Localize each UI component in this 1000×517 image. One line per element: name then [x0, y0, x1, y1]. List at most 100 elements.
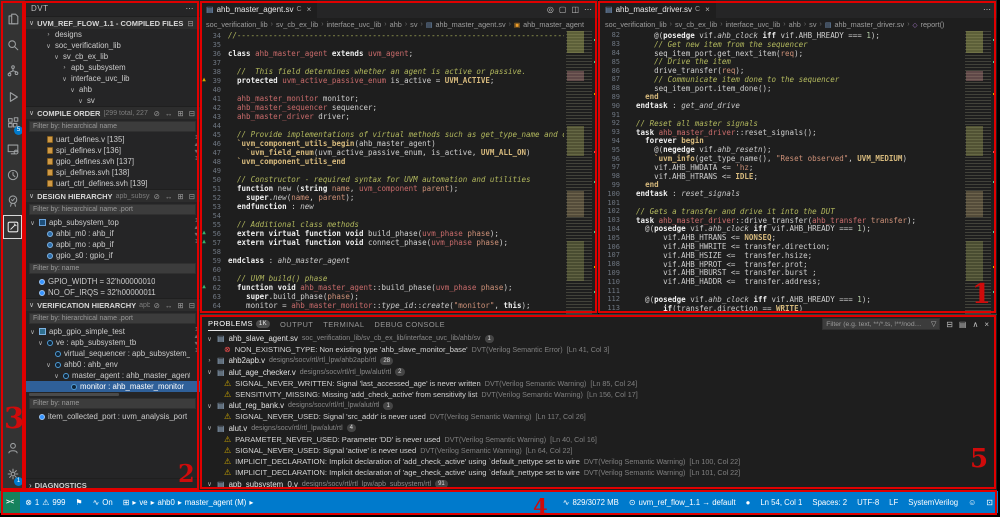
design-hierarchy-section-header[interactable]: ∨DESIGN HIERARCHYapb_subsystem_t…⊘↔⊞ ⊟: [25, 189, 200, 202]
split-icon[interactable]: ◫: [571, 5, 579, 14]
tree-item[interactable]: ∨ apb_gpio_simple_test: [25, 326, 200, 337]
breadcrumb-symbol[interactable]: report(): [921, 20, 945, 29]
tree-item[interactable]: ∨ master_agent : ahb_master_agent: [25, 370, 200, 381]
move-up-icon[interactable]: ▲: [194, 334, 199, 341]
design-hierarchy-name-filter-input[interactable]: Filter by: name: [29, 263, 196, 274]
memory-usage[interactable]: ∿ 829/3072 MB: [558, 498, 624, 507]
hierarchy-trail[interactable]: ⊞ ▸ ve ▸ ahb0 ▸ master_agent (M) ▸: [118, 498, 259, 507]
more-actions-icon[interactable]: ⋯: [186, 4, 195, 13]
breadcrumb-item[interactable]: interface_uvc_lib: [726, 20, 781, 29]
code-editor[interactable]: 34 //------------------------------------…: [200, 31, 564, 314]
move-up-icon[interactable]: ▲: [194, 142, 199, 149]
notifications-icon[interactable]: ⊡: [981, 498, 998, 507]
encoding[interactable]: UTF-8: [852, 498, 884, 507]
breadcrumb-item[interactable]: soc_verification_lib: [605, 20, 667, 29]
tree-item[interactable]: ∨ sv_cb_ex_lib: [25, 51, 200, 62]
tree-item[interactable]: monitor : ahb_master_monitor: [25, 381, 200, 392]
more-actions-icon[interactable]: ⋯: [983, 5, 991, 14]
move-up-top-icon[interactable]: ↥: [194, 218, 199, 225]
compiled-files-section-header[interactable]: ∨ UVM_REF_FLOW_1.1 - COMPILED FILES ⊟: [25, 16, 200, 29]
list-reorder-arrows[interactable]: ↥ ▲ ▼ ↧: [194, 135, 199, 163]
problems-filter-input[interactable]: Filter (e.g. text, **/*.ts, !**/nod… ▽: [822, 318, 941, 330]
tree-item[interactable]: ∨ ahb: [25, 84, 200, 95]
tree-item[interactable]: uart_ctrl_defines.svh [139]: [25, 178, 200, 189]
dvt-tools-icon[interactable]: [2, 214, 23, 240]
more-actions-icon[interactable]: ⋯: [584, 5, 592, 14]
breadcrumb[interactable]: soc_verification_lib › sv_cb_ex_lib › interf…: [599, 18, 997, 31]
breadcrumb-file[interactable]: ahb_master_driver.sv: [834, 20, 904, 29]
language-mode[interactable]: SystemVerilog: [903, 498, 963, 507]
move-down-icon[interactable]: ▼: [194, 341, 199, 348]
indentation[interactable]: Spaces: 2: [807, 498, 852, 507]
panel-tab-terminal[interactable]: TERMINAL: [323, 318, 364, 331]
problems-file-row[interactable]: ∨ ▤ apb_subsystem_0.v designs/socv/rtl/rtl_…: [200, 478, 997, 489]
tree-item[interactable]: gpio_s0 : gpio_if: [25, 250, 200, 261]
flag-status[interactable]: ⚑: [70, 498, 87, 507]
settings-icon[interactable]: 1: [2, 461, 23, 487]
problems-issue-row[interactable]: ⚠ SIGNAL_NEVER_USED: Signal 'active' is n…: [200, 445, 997, 456]
hierarchy-segment[interactable]: master_agent (M): [185, 498, 247, 507]
breadcrumb-item[interactable]: soc_verification_lib: [206, 20, 268, 29]
tree-item[interactable]: spi_defines.svh [138]: [25, 167, 200, 178]
problems-issue-row[interactable]: ⚠ SIGNAL_NEVER_WRITTEN: Signal 'last_acce…: [200, 378, 997, 389]
problems-file-row[interactable]: ∨ ▤ alut_reg_bank.v designs/socv/rtl/rtl_lp…: [200, 400, 997, 411]
group-icon[interactable]: ⊞: [176, 301, 184, 310]
editor-tab[interactable]: ▤ ahb_master_agent.sv C ×: [200, 0, 319, 18]
tree-item[interactable]: spi_defines.v [136]: [25, 145, 200, 156]
tree-item[interactable]: ∨ ve : apb_subsystem_tb: [25, 337, 200, 348]
move-up-top-icon[interactable]: ↥: [194, 327, 199, 334]
collapse-icon[interactable]: ⊟: [188, 109, 196, 118]
breadcrumb-item[interactable]: ahb: [390, 20, 402, 29]
gear-icon[interactable]: ◎: [547, 5, 554, 14]
breadcrumb-symbol[interactable]: ahb_master_agent: [523, 20, 584, 29]
hierarchy-segment[interactable]: ahb0: [158, 498, 175, 507]
breadcrumb-item[interactable]: interface_uvc_lib: [327, 20, 382, 29]
source-control-icon[interactable]: [2, 58, 23, 84]
view-as-table-icon[interactable]: ▤: [959, 320, 967, 329]
tree-item[interactable]: › apb_subsystem: [25, 62, 200, 73]
code-editor[interactable]: 82 @(posedge vif.ahb_clock iff vif.AHB_H…: [599, 31, 963, 314]
collapse-icon[interactable]: ⊟: [188, 301, 196, 310]
verification-hierarchy-filter-input[interactable]: Filter by: hierarchical name .port: [29, 313, 196, 324]
tree-item[interactable]: item_collected_port : uvm_analysis_port: [25, 411, 200, 422]
breadcrumb-item[interactable]: sv: [410, 20, 417, 29]
tree-item[interactable]: ∨ ahb0 : ahb_env: [25, 359, 200, 370]
build-config[interactable]: ⊙ uvm_ref_flow_1.1 → default: [624, 498, 741, 507]
problems-issue-row[interactable]: ⚠ SIGNAL_NEVER_USED: Signal 'src_addr' is…: [200, 411, 997, 422]
tree-item[interactable]: ∨ soc_verification_lib: [25, 40, 200, 51]
verification-name-filter-input[interactable]: Filter by: name: [29, 398, 196, 409]
collapse-icon[interactable]: ⊟: [186, 19, 194, 28]
tree-item[interactable]: gpio_defines.svh [137]: [25, 156, 200, 167]
editor-tab[interactable]: ▤ ahb_master_driver.sv C ×: [599, 0, 717, 18]
move-up-icon[interactable]: ▲: [194, 225, 199, 232]
minimap[interactable]: [965, 31, 991, 314]
extensions-icon[interactable]: 5: [2, 110, 23, 136]
collapse-icon[interactable]: ⊟: [188, 192, 196, 201]
account-icon[interactable]: [2, 435, 23, 461]
breadcrumb-item[interactable]: sv: [809, 20, 816, 29]
problems-file-row[interactable]: ∨ ▤ alut_age_checker.v designs/socv/rtl/rtl…: [200, 367, 997, 378]
problems-file-row[interactable]: ∨ ▤ alut.v designs/socv/rtl/rtl_lpw/alut/rt…: [200, 423, 997, 434]
tree-item[interactable]: ∨ sv: [25, 95, 200, 106]
tree-item[interactable]: virtual_sequencer : apb_subsystem_virtu: [25, 348, 200, 359]
maximize-panel-icon[interactable]: ∧: [972, 320, 978, 329]
feedback-icon[interactable]: ☺: [963, 498, 981, 507]
run-debug-icon[interactable]: [2, 84, 23, 110]
tree-item[interactable]: ahbi_m0 : ahb_if: [25, 228, 200, 239]
breadcrumb-file[interactable]: ahb_master_agent.sv: [435, 20, 505, 29]
eol[interactable]: LF: [884, 498, 903, 507]
problems-issue-row[interactable]: ⚠ IMPLICIT_DECLARATION: Implicit declarat…: [200, 467, 997, 478]
list-reorder-arrows[interactable]: ↥ ▲ ▼ ↧: [194, 327, 199, 355]
tree-item[interactable]: apbi_mo : apb_if: [25, 239, 200, 250]
move-down-bottom-icon[interactable]: ↧: [194, 348, 199, 355]
tree-item[interactable]: NO_OF_IRQS = 32'h00000011: [25, 287, 200, 298]
remote-explorer-icon[interactable]: [2, 136, 23, 162]
list-reorder-arrows[interactable]: ↥ ▲ ▼ ↧: [194, 218, 199, 246]
problems-issue-row[interactable]: ⚠ PARAMETER_NEVER_USED: Parameter 'DD' is…: [200, 434, 997, 445]
group-icon[interactable]: ⊞: [176, 192, 184, 201]
dvt-flows-icon[interactable]: [2, 162, 23, 188]
verification-hierarchy-section-header[interactable]: ∨VERIFICATION HIERARCHYapb_gpio_…⊘↔⊞ ⊟: [25, 298, 200, 311]
fit-icon[interactable]: ↔: [164, 109, 174, 118]
clear-icon[interactable]: ⊘: [153, 109, 161, 118]
move-down-bottom-icon[interactable]: ↧: [194, 156, 199, 163]
